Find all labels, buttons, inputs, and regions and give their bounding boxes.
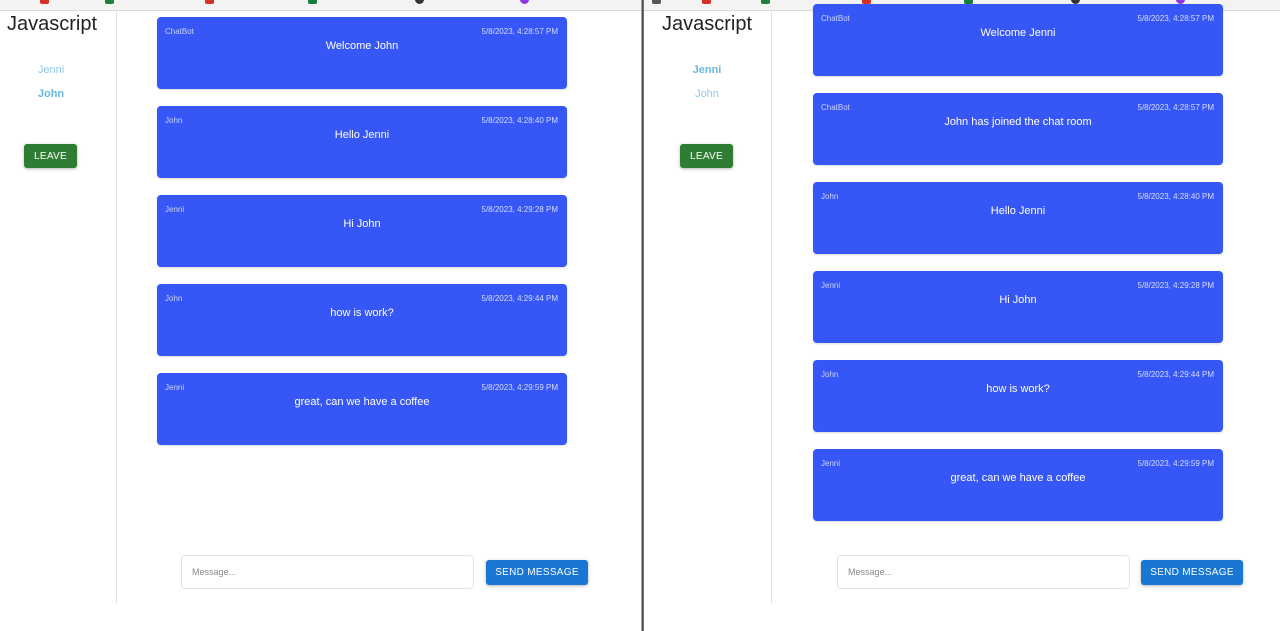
- message-text: Hello Jenni: [334, 129, 390, 141]
- message-timestamp: 5/8/2023, 4:29:28 PM: [1137, 281, 1215, 290]
- message-sender: John: [165, 116, 183, 125]
- message-text: Hi John: [343, 218, 381, 230]
- message-card: Jenni 5/8/2023, 4:29:59 PM great, can we…: [157, 373, 567, 445]
- message-list: ChatBot 5/8/2023, 4:28:57 PM Welcome Jen…: [813, 4, 1223, 538]
- bookmark-icon[interactable]: [40, 0, 49, 4]
- user-list-item-jenni[interactable]: Jenni: [657, 63, 757, 87]
- message-card: John 5/8/2023, 4:29:44 PM how is work?: [157, 284, 567, 356]
- message-sender: John: [165, 294, 183, 303]
- message-timestamp: 5/8/2023, 4:28:57 PM: [1137, 103, 1215, 112]
- message-text: Hello Jenni: [990, 205, 1046, 217]
- sidebar-divider: [771, 10, 772, 604]
- user-list-item-john[interactable]: John: [657, 87, 757, 111]
- message-timestamp: 5/8/2023, 4:28:57 PM: [1137, 14, 1215, 23]
- bookmark-icon[interactable]: [520, 0, 529, 4]
- bookmark-icon[interactable]: [205, 0, 214, 4]
- user-list: Jenni John: [1, 63, 101, 111]
- message-text: Welcome Jenni: [980, 27, 1056, 39]
- message-text: Hi John: [999, 294, 1037, 306]
- bookmark-icon[interactable]: [761, 0, 770, 4]
- message-input[interactable]: [837, 555, 1130, 589]
- message-card: ChatBot 5/8/2023, 4:28:57 PM John has jo…: [813, 93, 1223, 165]
- message-sender: Jenni: [165, 383, 185, 392]
- message-card: Jenni 5/8/2023, 4:29:28 PM Hi John: [813, 271, 1223, 343]
- message-timestamp: 5/8/2023, 4:28:40 PM: [1137, 192, 1215, 201]
- message-card: Jenni 5/8/2023, 4:29:28 PM Hi John: [157, 195, 567, 267]
- message-card: John 5/8/2023, 4:28:40 PM Hello Jenni: [157, 106, 567, 178]
- message-sender: John: [821, 192, 839, 201]
- chat-window-john: Javascript Jenni John LEAVE ChatBot 5/8/…: [0, 0, 641, 631]
- app-title: Javascript: [662, 13, 753, 35]
- message-card: John 5/8/2023, 4:29:44 PM how is work?: [813, 360, 1223, 432]
- message-list: ChatBot 5/8/2023, 4:28:57 PM Welcome Joh…: [157, 17, 567, 462]
- bookmark-icon[interactable]: [702, 0, 711, 4]
- message-card: ChatBot 5/8/2023, 4:28:57 PM Welcome Joh…: [157, 17, 567, 89]
- message-timestamp: 5/8/2023, 4:28:40 PM: [481, 116, 559, 125]
- user-list-item-jenni[interactable]: Jenni: [1, 63, 101, 87]
- message-sender: Jenni: [821, 281, 841, 290]
- message-timestamp: 5/8/2023, 4:29:59 PM: [1137, 459, 1215, 468]
- message-text: great, can we have a coffee: [950, 472, 1086, 484]
- message-timestamp: 5/8/2023, 4:28:57 PM: [481, 27, 559, 36]
- message-text: how is work?: [986, 383, 1050, 395]
- message-sender: ChatBot: [821, 14, 850, 23]
- message-sender: ChatBot: [821, 103, 850, 112]
- message-sender: John: [821, 370, 839, 379]
- message-text: how is work?: [330, 307, 394, 319]
- leave-button[interactable]: LEAVE: [24, 144, 77, 168]
- user-list-item-john[interactable]: John: [1, 87, 101, 111]
- bookmark-icon[interactable]: [105, 0, 114, 4]
- bookmark-icon[interactable]: [308, 0, 317, 4]
- message-timestamp: 5/8/2023, 4:29:44 PM: [1137, 370, 1215, 379]
- message-card: ChatBot 5/8/2023, 4:28:57 PM Welcome Jen…: [813, 4, 1223, 76]
- message-text: John has joined the chat room: [944, 116, 1092, 128]
- message-text: Welcome John: [325, 40, 399, 52]
- message-input[interactable]: [181, 555, 474, 589]
- message-sender: ChatBot: [165, 27, 194, 36]
- chat-window-jenni: Javascript Jenni John LEAVE ChatBot 5/8/…: [644, 0, 1280, 631]
- bookmark-icon[interactable]: [652, 0, 661, 4]
- message-sender: Jenni: [165, 205, 185, 214]
- leave-button[interactable]: LEAVE: [680, 144, 733, 168]
- bookmarks-bar: [0, 0, 641, 11]
- message-card: Jenni 5/8/2023, 4:29:59 PM great, can we…: [813, 449, 1223, 521]
- send-message-button[interactable]: SEND MESSAGE: [486, 560, 588, 585]
- app-title: Javascript: [7, 13, 98, 35]
- message-timestamp: 5/8/2023, 4:29:28 PM: [481, 205, 559, 214]
- send-message-button[interactable]: SEND MESSAGE: [1141, 560, 1243, 585]
- message-text: great, can we have a coffee: [294, 396, 430, 408]
- message-timestamp: 5/8/2023, 4:29:59 PM: [481, 383, 559, 392]
- message-card: John 5/8/2023, 4:28:40 PM Hello Jenni: [813, 182, 1223, 254]
- message-timestamp: 5/8/2023, 4:29:44 PM: [481, 294, 559, 303]
- user-list: Jenni John: [657, 63, 757, 111]
- sidebar-divider: [116, 10, 117, 604]
- message-sender: Jenni: [821, 459, 841, 468]
- bookmark-icon[interactable]: [415, 0, 424, 4]
